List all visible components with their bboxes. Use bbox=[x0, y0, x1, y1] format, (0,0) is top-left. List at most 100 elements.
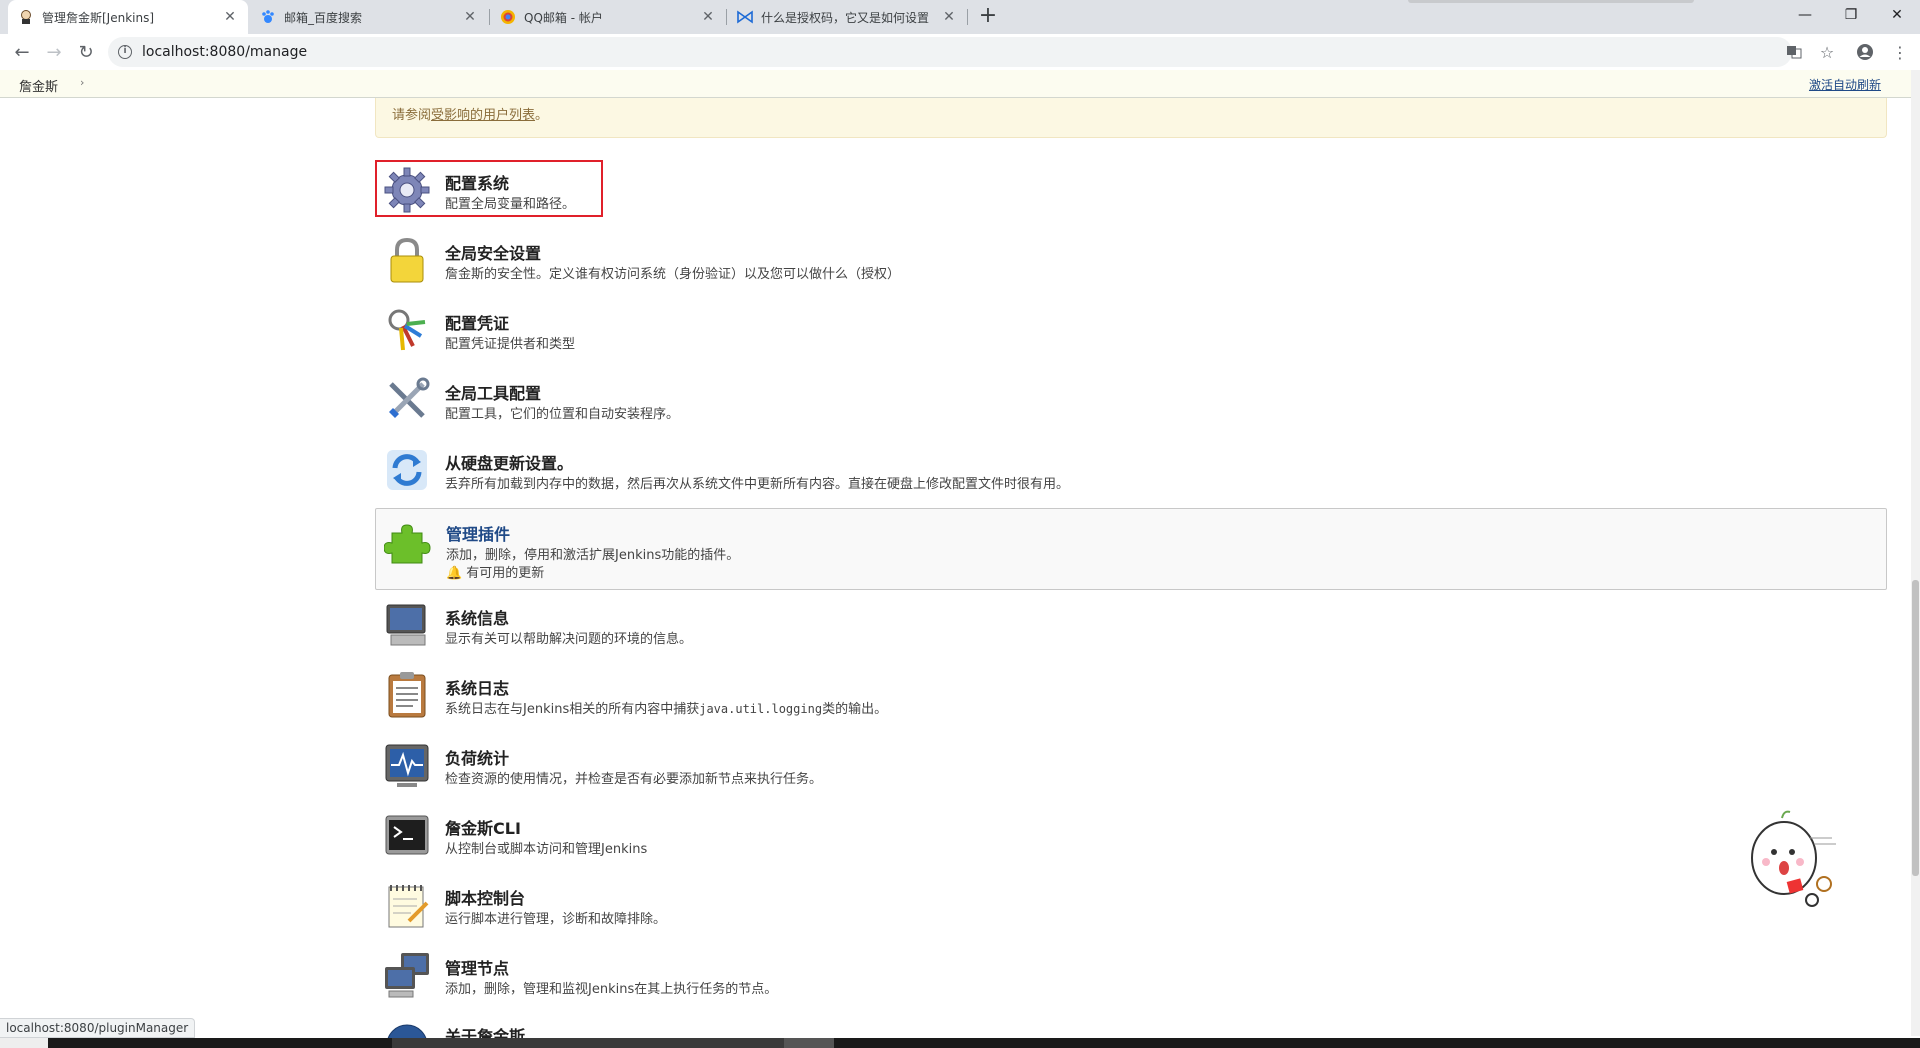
breadcrumb-root[interactable]: 詹金斯 bbox=[19, 76, 58, 95]
item-title[interactable]: 全局安全设置 bbox=[445, 240, 541, 264]
scrollbar-thumb[interactable] bbox=[1912, 580, 1919, 876]
restore-icon[interactable]: ❐ bbox=[1828, 0, 1874, 30]
computers-icon[interactable] bbox=[383, 951, 431, 999]
url-text[interactable]: localhost:8080/manage bbox=[142, 44, 307, 60]
close-icon[interactable]: ✕ bbox=[700, 9, 716, 25]
chevron-right-icon[interactable]: › bbox=[80, 76, 84, 89]
update-warning-text: 有可用的更新 bbox=[466, 566, 545, 581]
manage-item-credentials[interactable]: 配置凭证 配置凭证提供者和类型 bbox=[375, 300, 1887, 370]
item-title[interactable]: 全局工具配置 bbox=[445, 380, 541, 404]
tab-title: 什么是授权码，它又是如何设置 bbox=[761, 10, 930, 25]
manage-item-about[interactable]: 关于詹金斯 bbox=[375, 1015, 1887, 1038]
item-desc: 系统日志在与Jenkins相关的所有内容中捕获java.util.logging… bbox=[445, 698, 887, 717]
notice-panel: 请参阅受影响的用户列表。 bbox=[375, 98, 1887, 138]
window-close-icon[interactable]: ✕ bbox=[1874, 0, 1920, 30]
manage-item-nodes[interactable]: 管理节点 添加，删除，管理和监视Jenkins在其上执行任务的节点。 bbox=[375, 945, 1887, 1015]
taskbar-start[interactable] bbox=[0, 1038, 48, 1048]
item-desc: 丢弃所有加载到内存中的数据，然后再次从系统文件中更新所有内容。直接在硬盘上修改配… bbox=[445, 477, 1070, 492]
address-bar[interactable]: i localhost:8080/manage bbox=[108, 37, 1792, 67]
translate-icon[interactable] bbox=[1782, 40, 1806, 64]
item-desc: 添加，删除，管理和监视Jenkins在其上执行任务的节点。 bbox=[445, 982, 778, 997]
computer-icon[interactable] bbox=[383, 601, 431, 649]
tab-title: 邮箱_百度搜索 bbox=[284, 10, 363, 25]
item-title[interactable]: 负荷统计 bbox=[445, 745, 509, 769]
back-icon[interactable]: ← bbox=[8, 38, 36, 66]
manage-item-system-info[interactable]: 系统信息 显示有关可以帮助解决问题的环境的信息。 bbox=[375, 595, 1887, 665]
info-icon[interactable]: i bbox=[118, 45, 132, 59]
tab-divider bbox=[967, 9, 968, 25]
keys-icon[interactable] bbox=[383, 306, 431, 354]
refresh-icon[interactable] bbox=[383, 446, 431, 494]
item-title[interactable]: 脚本控制台 bbox=[445, 885, 525, 909]
tab-strip: 管理詹金斯[Jenkins] ✕ 邮箱_百度搜索 ✕ QQ邮箱 - 帐户 ✕ 什… bbox=[0, 0, 1920, 34]
item-title[interactable]: 配置凭证 bbox=[445, 310, 509, 334]
close-icon[interactable]: ✕ bbox=[941, 9, 957, 25]
minimize-icon[interactable]: — bbox=[1782, 0, 1828, 30]
status-url: localhost:8080/pluginManager bbox=[0, 1018, 196, 1038]
padlock-icon[interactable] bbox=[383, 236, 431, 284]
item-desc-suffix: 类的输出。 bbox=[822, 702, 888, 717]
popup-edge bbox=[1408, 0, 1694, 3]
forward-icon[interactable]: → bbox=[40, 38, 68, 66]
reload-icon[interactable]: ↻ bbox=[72, 38, 100, 66]
item-desc: 检查资源的使用情况，并检查是否有必要添加新节点来执行任务。 bbox=[445, 772, 823, 787]
notepad-icon[interactable] bbox=[383, 881, 431, 929]
taskbar-app-active[interactable] bbox=[784, 1038, 834, 1048]
auto-refresh-link[interactable]: 激活自动刷新 bbox=[1809, 76, 1881, 93]
tab-authcode[interactable]: 什么是授权码，它又是如何设置 ✕ bbox=[727, 0, 967, 34]
taskbar-app[interactable] bbox=[392, 1038, 784, 1048]
monitor-graph-icon[interactable] bbox=[383, 741, 431, 789]
close-icon[interactable]: ✕ bbox=[462, 9, 478, 25]
bowtie-icon bbox=[737, 9, 753, 25]
bell-icon: 🔔 bbox=[446, 566, 463, 581]
item-title[interactable]: 系统信息 bbox=[445, 605, 509, 629]
browser-toolbar: ← → ↻ i localhost:8080/manage ☆ ⋮ bbox=[0, 34, 1920, 70]
tab-title: QQ邮箱 - 帐户 bbox=[524, 10, 603, 25]
item-desc: 运行脚本进行管理，诊断和故障排除。 bbox=[445, 912, 667, 927]
item-title[interactable]: 系统日志 bbox=[445, 675, 509, 699]
tools-icon[interactable] bbox=[383, 376, 431, 424]
item-desc: 配置凭证提供者和类型 bbox=[445, 337, 576, 352]
manage-item-system-log[interactable]: 系统日志 系统日志在与Jenkins相关的所有内容中捕获java.util.lo… bbox=[375, 665, 1887, 735]
item-title[interactable]: 关于詹金斯 bbox=[445, 1023, 525, 1038]
jenkins-icon bbox=[18, 9, 34, 25]
account-icon[interactable] bbox=[1853, 40, 1877, 64]
manage-item-global-tools[interactable]: 全局工具配置 配置工具，它们的位置和自动安装程序。 bbox=[375, 370, 1887, 440]
menu-icon[interactable]: ⋮ bbox=[1888, 40, 1912, 64]
qq-mail-icon bbox=[500, 9, 516, 25]
baidu-paw-icon bbox=[260, 9, 276, 25]
manage-item-load-stats[interactable]: 负荷统计 检查资源的使用情况，并检查是否有必要添加新节点来执行任务。 bbox=[375, 735, 1887, 805]
manage-item-global-security[interactable]: 全局安全设置 詹金斯的安全性。定义谁有权访问系统（身份验证）以及您可以做什么（授… bbox=[375, 230, 1887, 300]
item-desc: 詹金斯的安全性。定义谁有权访问系统（身份验证）以及您可以做什么（授权） bbox=[445, 267, 901, 282]
tab-baidu[interactable]: 邮箱_百度搜索 ✕ bbox=[250, 0, 488, 34]
manage-item-reload-config[interactable]: 从硬盘更新设置。 丢弃所有加载到内存中的数据，然后再次从系统文件中更新所有内容。… bbox=[375, 440, 1887, 510]
item-title[interactable]: 管理插件 bbox=[446, 521, 510, 545]
notice-suffix: 。 bbox=[535, 108, 549, 123]
clipboard-icon[interactable] bbox=[383, 671, 431, 719]
item-title[interactable]: 管理节点 bbox=[445, 955, 509, 979]
star-icon[interactable]: ☆ bbox=[1815, 40, 1839, 64]
taskbar bbox=[0, 1038, 1920, 1048]
close-icon[interactable]: ✕ bbox=[222, 9, 238, 25]
manage-item-script-console[interactable]: 脚本控制台 运行脚本进行管理，诊断和故障排除。 bbox=[375, 875, 1887, 945]
scrollbar-track[interactable] bbox=[1911, 70, 1920, 1036]
item-title[interactable]: 从硬盘更新设置。 bbox=[445, 450, 573, 474]
affected-users-link[interactable]: 受影响的用户列表 bbox=[431, 108, 535, 123]
help-icon[interactable] bbox=[383, 1021, 431, 1038]
new-tab-button[interactable]: + bbox=[975, 4, 1001, 30]
highlight-frame bbox=[375, 160, 603, 217]
tab-jenkins[interactable]: 管理詹金斯[Jenkins] ✕ bbox=[8, 0, 248, 34]
manage-item-plugins[interactable]: 管理插件 添加，删除，停用和激活扩展Jenkins功能的插件。 🔔 有可用的更新 bbox=[375, 508, 1887, 590]
item-desc: 显示有关可以帮助解决问题的环境的信息。 bbox=[445, 632, 693, 647]
item-desc-code: java.util.logging bbox=[699, 702, 823, 716]
notice-text: 请参阅受影响的用户列表。 bbox=[392, 104, 548, 123]
tab-qqmail[interactable]: QQ邮箱 - 帐户 ✕ bbox=[490, 0, 726, 34]
puzzle-piece-icon[interactable] bbox=[383, 519, 432, 567]
mascot-sticker bbox=[1740, 808, 1840, 918]
item-desc: 添加，删除，停用和激活扩展Jenkins功能的插件。 bbox=[446, 548, 740, 563]
terminal-icon[interactable] bbox=[383, 811, 431, 859]
breadcrumb: 詹金斯 › 激活自动刷新 bbox=[0, 70, 1911, 98]
notice-prefix: 请参阅 bbox=[392, 108, 432, 123]
item-title[interactable]: 詹金斯CLI bbox=[445, 815, 521, 839]
manage-item-cli[interactable]: 詹金斯CLI 从控制台或脚本访问和管理Jenkins bbox=[375, 805, 1887, 875]
